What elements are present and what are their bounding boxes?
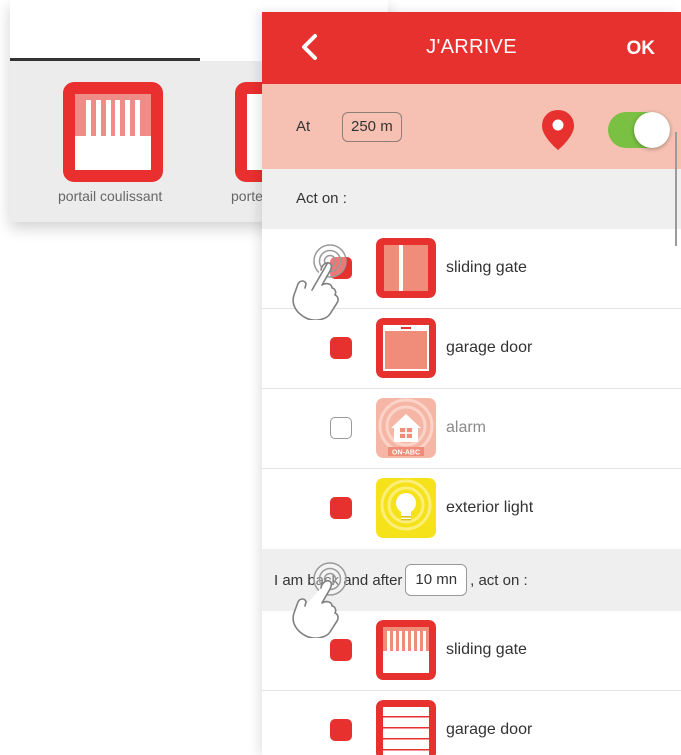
sliding-gate-icon bbox=[376, 620, 436, 680]
delay-input[interactable]: 10 mn bbox=[405, 564, 468, 596]
porte-label: porte bbox=[231, 188, 263, 204]
checkbox-garage-door[interactable] bbox=[330, 337, 352, 359]
tap-gesture-icon bbox=[292, 562, 347, 638]
location-pin-icon bbox=[542, 110, 574, 150]
distance-label: At bbox=[296, 118, 311, 135]
act-on-label: Act on : bbox=[296, 190, 347, 207]
item-label: garage door bbox=[446, 721, 533, 738]
item-label: sliding gate bbox=[446, 641, 527, 658]
page-title: J'ARRIVE bbox=[426, 36, 517, 58]
checkbox-alarm[interactable] bbox=[330, 417, 352, 439]
act-on-header: Act on : bbox=[262, 169, 681, 229]
item-label: sliding gate bbox=[446, 259, 527, 276]
checkbox-exterior-light[interactable] bbox=[330, 497, 352, 519]
item-label: exterior light bbox=[446, 499, 534, 516]
garage-door-icon bbox=[376, 318, 436, 378]
distance-row: At 250 m bbox=[262, 84, 681, 169]
arrival-settings-panel: J'ARRIVE OK At 250 m Act on : sliding ga… bbox=[262, 12, 681, 755]
list-item[interactable]: garage door bbox=[262, 691, 681, 755]
porte-tile[interactable] bbox=[235, 82, 265, 182]
checkbox-garage-door-2[interactable] bbox=[330, 719, 352, 741]
portail-coulissant-tile[interactable] bbox=[63, 82, 163, 182]
header-bar: J'ARRIVE OK bbox=[262, 12, 681, 84]
list-item[interactable]: exterior light bbox=[262, 469, 681, 548]
distance-input[interactable]: 250 m bbox=[342, 112, 402, 142]
list-item[interactable]: ON-ABC alarm bbox=[262, 389, 681, 469]
toggle-knob bbox=[634, 112, 670, 148]
portail-coulissant-label: portail coulissant bbox=[58, 188, 163, 204]
list-item[interactable]: garage door bbox=[262, 309, 681, 389]
tap-gesture-icon bbox=[292, 244, 347, 320]
ok-button[interactable]: OK bbox=[627, 38, 656, 60]
svg-text:ON-ABC: ON-ABC bbox=[392, 450, 420, 457]
sliding-gate-icon bbox=[75, 94, 151, 136]
scrollbar[interactable] bbox=[675, 132, 677, 246]
light-bulb-icon bbox=[376, 478, 436, 538]
sliding-gate-icon bbox=[376, 238, 436, 298]
checkbox-sliding-gate-2[interactable] bbox=[330, 639, 352, 661]
item-label: garage door bbox=[446, 339, 533, 356]
item-label: alarm bbox=[446, 419, 487, 436]
garage-door-icon bbox=[376, 700, 436, 755]
alarm-icon: ON-ABC bbox=[376, 398, 436, 458]
back-after-suffix: , act on : bbox=[470, 571, 528, 589]
arrival-toggle[interactable] bbox=[608, 112, 670, 148]
